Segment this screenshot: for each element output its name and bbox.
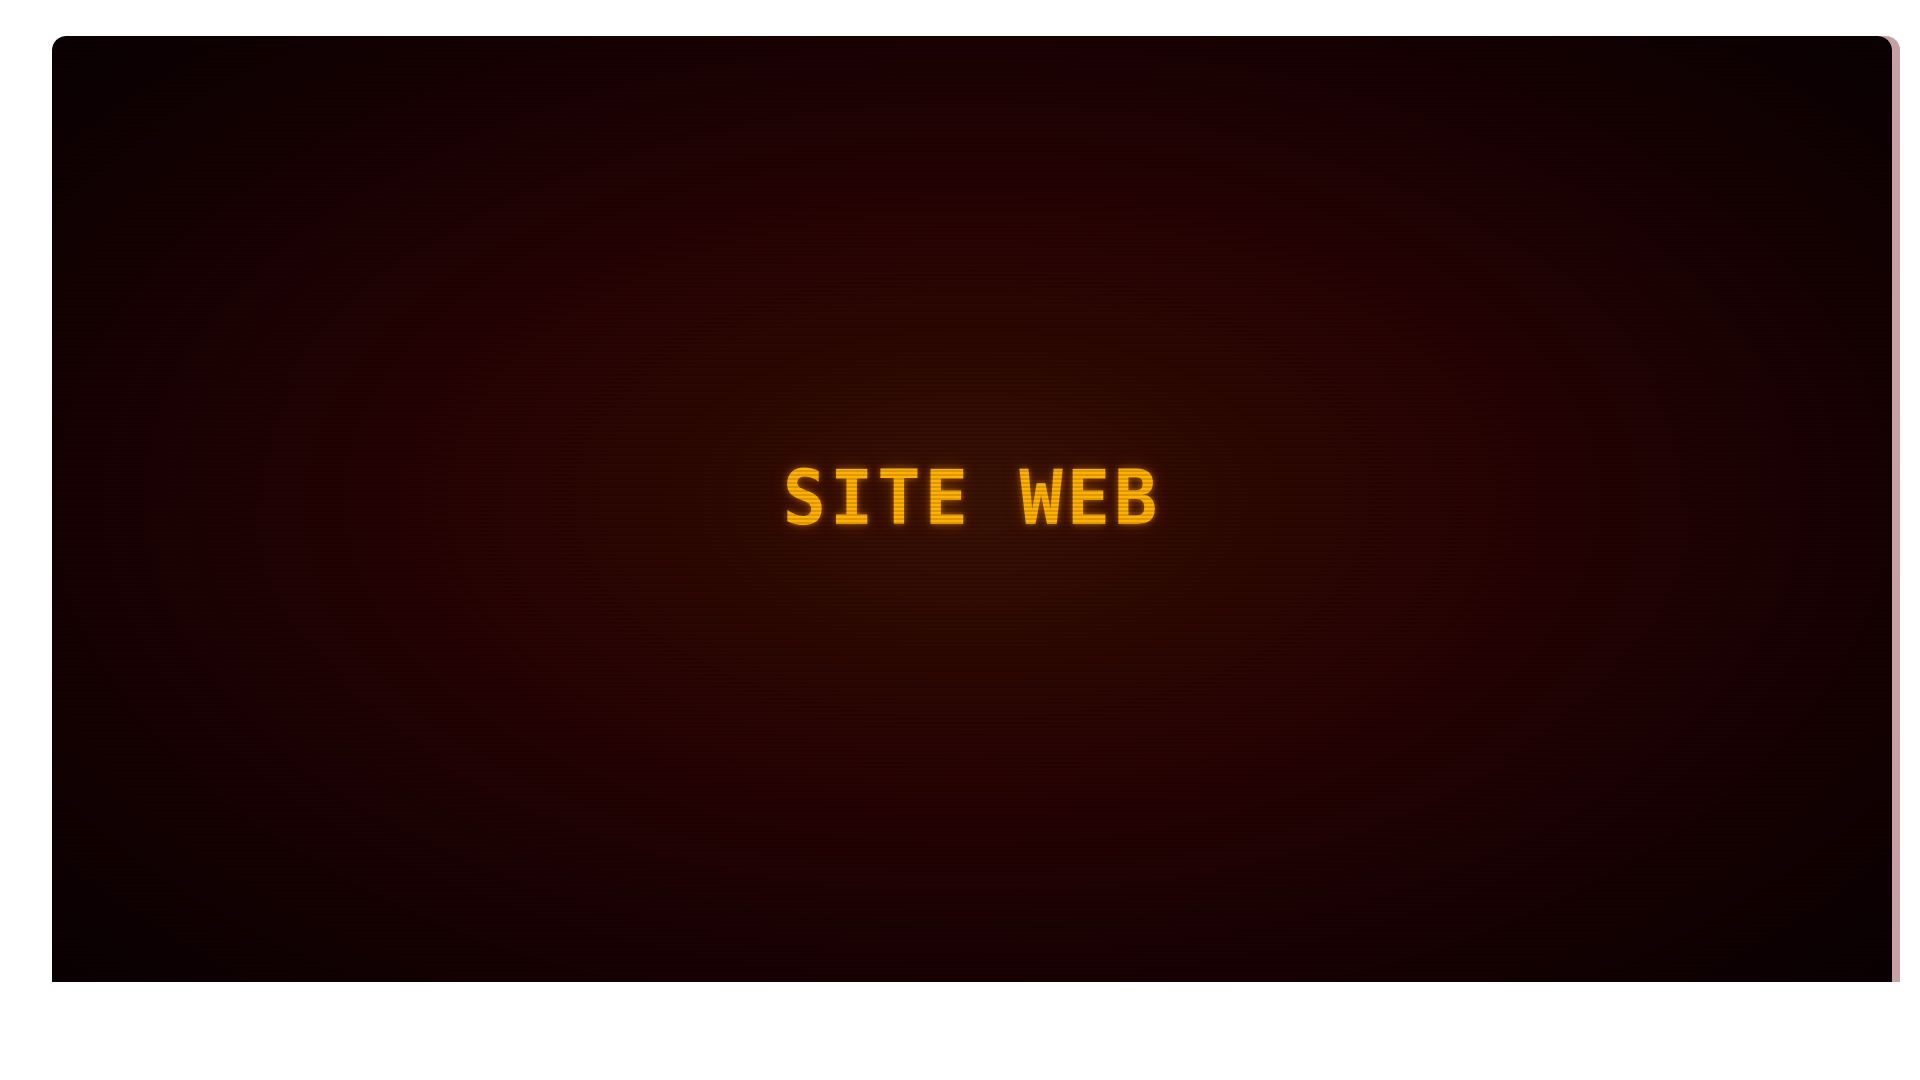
site-title: SITE WEB bbox=[782, 453, 1162, 543]
crt-display: SITE WEB bbox=[52, 36, 1892, 982]
crt-screen-background: SITE WEB bbox=[52, 36, 1892, 982]
